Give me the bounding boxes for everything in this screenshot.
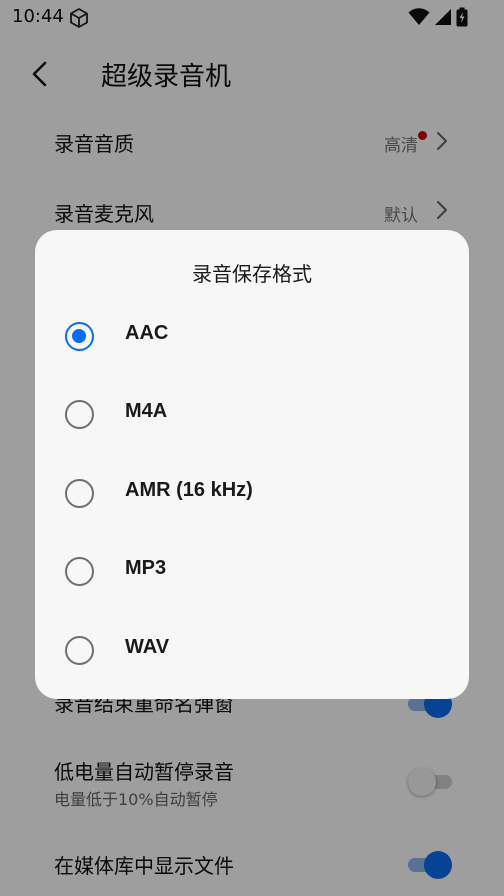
- option-label: AAC: [125, 322, 169, 344]
- radio-button[interactable]: [65, 557, 94, 586]
- format-option-m4a[interactable]: M4A: [35, 378, 469, 450]
- radio-button-selected[interactable]: [65, 322, 94, 351]
- format-option-wav[interactable]: WAV: [35, 614, 469, 686]
- radio-button[interactable]: [65, 636, 94, 665]
- format-option-mp3[interactable]: MP3: [35, 535, 469, 607]
- dialog-title: 录音保存格式: [192, 262, 312, 286]
- option-label: MP3: [125, 557, 167, 579]
- save-format-dialog: 录音保存格式 AAC M4A AMR (16 kHz) MP3 WAV: [35, 230, 469, 699]
- format-option-aac[interactable]: AAC: [35, 300, 469, 372]
- radio-button[interactable]: [65, 400, 94, 429]
- option-label: M4A: [125, 400, 168, 422]
- format-option-amr[interactable]: AMR (16 kHz): [35, 457, 469, 529]
- option-label: AMR (16 kHz): [125, 479, 253, 501]
- option-label: WAV: [125, 636, 170, 658]
- radio-button[interactable]: [65, 479, 94, 508]
